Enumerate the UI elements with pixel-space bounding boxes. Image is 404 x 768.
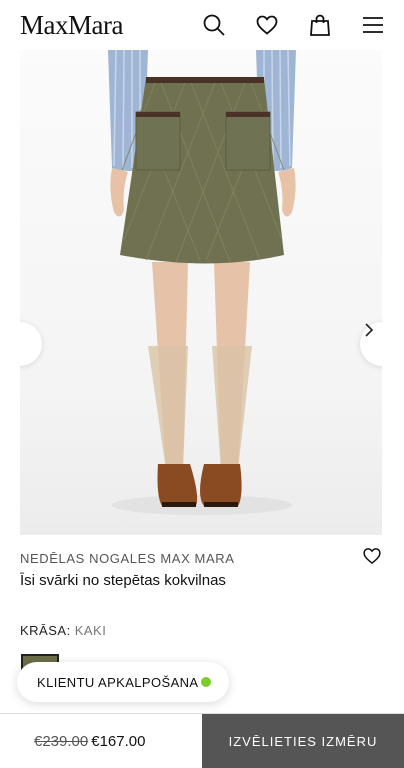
search-icon[interactable] [201, 12, 227, 38]
product-image [20, 50, 382, 535]
brand-logo[interactable]: MaxMara [20, 10, 123, 41]
color-selector-label: KRĀSA: KAKI [20, 623, 106, 638]
price: €239.00 €167.00 [34, 733, 145, 750]
menu-icon[interactable] [360, 12, 386, 38]
old-price: €239.00 [34, 733, 89, 750]
customer-service-chat-button[interactable]: KLIENTU APKALPOŠANA [17, 662, 229, 702]
wishlist-heart-icon[interactable] [362, 546, 384, 568]
site-header: MaxMara [0, 0, 404, 50]
heart-icon[interactable] [254, 12, 280, 38]
select-size-button[interactable]: IZVĒLIETIES IZMĒRU [202, 714, 404, 768]
online-status-dot [201, 677, 211, 687]
product-line: NEDĒLAS NOGALES MAX MARA [20, 551, 235, 566]
chevron-right-icon [365, 323, 374, 337]
product-title: Īsi svārki no stepētas kokvilnas [20, 572, 226, 589]
color-value: KAKI [74, 623, 107, 638]
chat-label: KLIENTU APKALPOŠANA [37, 674, 199, 690]
color-label: KRĀSA: [20, 623, 71, 638]
sale-price: €167.00 [91, 733, 146, 750]
shopping-bag-icon[interactable] [307, 12, 333, 38]
purchase-bar: €239.00 €167.00 IZVĒLIETIES IZMĒRU [0, 713, 404, 768]
